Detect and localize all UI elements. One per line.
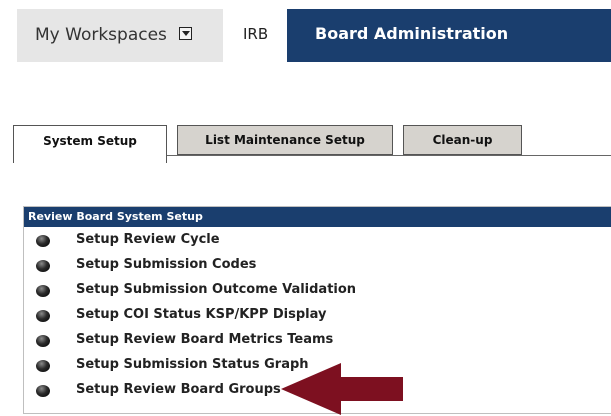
menu-item-setup-submission-outcome-validation[interactable]: Setup Submission Outcome Validation (24, 281, 584, 305)
menu-item-setup-submission-codes[interactable]: Setup Submission Codes (24, 256, 584, 280)
menu-item-setup-review-cycle[interactable]: Setup Review Cycle (24, 231, 584, 255)
tab-clean-up[interactable]: Clean-up (403, 125, 522, 155)
irb-tab[interactable]: IRB (243, 25, 268, 43)
menu-item-setup-coi-status-display[interactable]: Setup COI Status KSP/KPP Display (24, 306, 584, 330)
menu-item-label[interactable]: Setup Submission Outcome Validation (76, 282, 356, 297)
my-workspaces-label: My Workspaces (35, 25, 167, 45)
bullet-icon (36, 260, 50, 272)
menu-item-label[interactable]: Setup Review Board Groups (76, 382, 281, 397)
arrow-shape (281, 363, 403, 415)
board-administration-label: Board Administration (315, 24, 509, 43)
tab-list-maintenance-setup[interactable]: List Maintenance Setup (177, 125, 393, 155)
menu-item-setup-review-board-metrics-teams[interactable]: Setup Review Board Metrics Teams (24, 331, 584, 355)
menu-item-label[interactable]: Setup Review Cycle (76, 232, 220, 247)
bullet-icon (36, 385, 50, 397)
setup-subtabs: System Setup List Maintenance Setup Clea… (0, 120, 611, 163)
my-workspaces-tab[interactable]: My Workspaces (17, 9, 223, 62)
bullet-icon (36, 285, 50, 297)
menu-item-label[interactable]: Setup Submission Codes (76, 257, 256, 272)
panel-header: Review Board System Setup (24, 207, 611, 227)
board-administration-tab[interactable]: Board Administration (287, 9, 611, 62)
menu-item-label[interactable]: Setup Submission Status Graph (76, 357, 309, 372)
bullet-icon (36, 235, 50, 247)
bullet-icon (36, 310, 50, 322)
top-navigation: My Workspaces IRB Board Administration (0, 0, 611, 66)
menu-item-label[interactable]: Setup COI Status KSP/KPP Display (76, 307, 326, 322)
bullet-icon (36, 360, 50, 372)
bullet-icon (36, 335, 50, 347)
tab-system-setup[interactable]: System Setup (13, 125, 167, 163)
dropdown-arrow-icon[interactable] (179, 27, 192, 40)
menu-item-label[interactable]: Setup Review Board Metrics Teams (76, 332, 333, 347)
pointer-arrow-icon (281, 363, 403, 415)
